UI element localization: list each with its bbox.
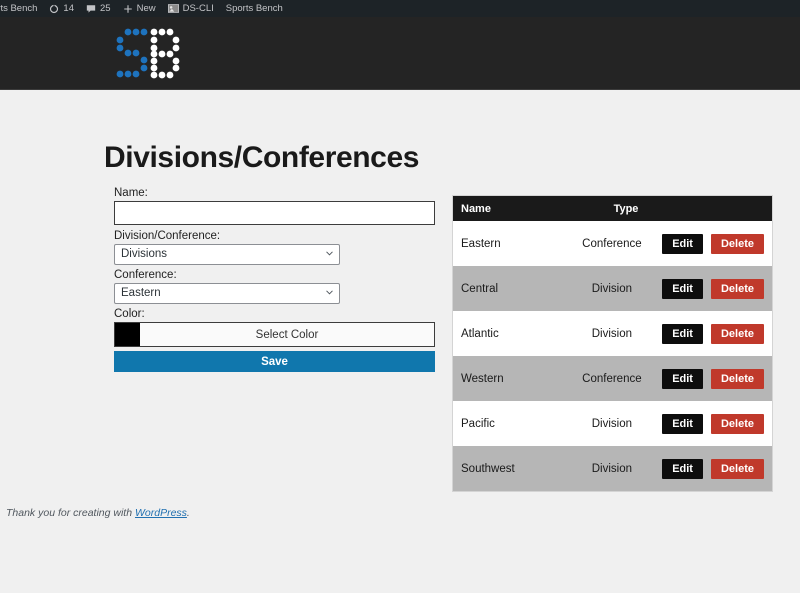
adminbar-new-label: New xyxy=(136,3,156,14)
color-label: Color: xyxy=(114,308,145,320)
table-row: Pacific Division Edit Delete xyxy=(453,401,772,446)
table-header-row: Name Type xyxy=(453,196,772,221)
dscli-icon xyxy=(167,4,179,13)
name-input[interactable] xyxy=(114,201,435,225)
table-row: Atlantic Division Edit Delete xyxy=(453,311,772,356)
delete-button[interactable]: Delete xyxy=(710,323,764,344)
division-conference-label: Division/Conference: xyxy=(114,230,221,242)
comments-count: 25 xyxy=(100,3,111,14)
table-body: Eastern Conference Edit Delete Central Divisi… xyxy=(453,221,772,491)
color-picker-row: Select Color xyxy=(114,322,435,347)
cell-type: Division xyxy=(591,327,633,340)
adminbar-dscli-label: DS-CLI xyxy=(182,3,214,14)
column-header-type: Type xyxy=(613,202,639,215)
division-conference-form: Name: Division/Conference: Divisions Conf… xyxy=(114,187,435,372)
edit-button[interactable]: Edit xyxy=(662,368,703,389)
delete-button[interactable]: Delete xyxy=(710,413,764,434)
cell-type: Conference xyxy=(582,372,642,385)
table-row: Eastern Conference Edit Delete xyxy=(453,221,772,266)
adminbar-new-content[interactable]: New xyxy=(117,0,162,17)
main-content: Divisions/Conferences Name: Division/Con… xyxy=(0,91,800,593)
conference-label: Conference: xyxy=(114,269,177,281)
cell-actions: Edit Delete xyxy=(662,323,772,344)
cell-name: Western xyxy=(461,372,504,385)
comment-bubble-icon xyxy=(86,4,96,14)
plus-icon xyxy=(123,4,133,14)
conference-select[interactable]: EasternWestern xyxy=(114,283,340,304)
edit-button[interactable]: Edit xyxy=(662,413,703,434)
sports-bench-logo[interactable] xyxy=(108,23,184,83)
cell-actions: Edit Delete xyxy=(662,278,772,299)
cell-name: Atlantic xyxy=(461,327,499,340)
table-row: Central Division Edit Delete xyxy=(453,266,772,311)
adminbar-updates[interactable]: 14 xyxy=(43,0,80,17)
cell-name: Southwest xyxy=(461,462,515,475)
cell-actions: Edit Delete xyxy=(662,413,772,434)
table-row: Southwest Division Edit Delete xyxy=(453,446,772,491)
select-color-button[interactable]: Select Color xyxy=(140,323,434,346)
wordpress-link[interactable]: WordPress xyxy=(135,507,187,519)
cell-actions: Edit Delete xyxy=(662,368,772,389)
adminbar-dscli[interactable]: DS-CLI xyxy=(162,0,220,17)
adminbar-comments[interactable]: 25 xyxy=(80,0,117,17)
footer-text-before: Thank you for creating with xyxy=(6,507,135,519)
cell-actions: Edit Delete xyxy=(662,233,772,254)
adminbar-sports-bench[interactable]: Sports Bench xyxy=(220,0,289,17)
name-label: Name: xyxy=(114,187,148,199)
division-conference-select-wrap: DivisionsConferences xyxy=(114,244,340,265)
edit-button[interactable]: Edit xyxy=(662,233,703,254)
save-button[interactable]: Save xyxy=(114,351,435,372)
delete-button[interactable]: Delete xyxy=(710,233,764,254)
delete-button[interactable]: Delete xyxy=(710,368,764,389)
delete-button[interactable]: Delete xyxy=(710,458,764,479)
wp-admin-bar: orts Bench 14 25 New xyxy=(0,0,800,17)
edit-button[interactable]: Edit xyxy=(662,323,703,344)
adminbar-site-name-label: orts Bench xyxy=(0,3,38,14)
updates-count: 14 xyxy=(63,3,74,14)
adminbar-site-name[interactable]: orts Bench xyxy=(0,0,43,17)
conference-select-wrap: EasternWestern xyxy=(114,283,340,304)
division-conference-select[interactable]: DivisionsConferences xyxy=(114,244,340,265)
cell-type: Division xyxy=(591,462,633,475)
column-header-name: Name xyxy=(461,202,491,215)
site-header xyxy=(0,17,800,90)
delete-button[interactable]: Delete xyxy=(710,278,764,299)
update-icon xyxy=(49,4,59,14)
admin-footer: Thank you for creating with WordPress. xyxy=(6,507,190,519)
color-swatch[interactable] xyxy=(115,323,140,346)
cell-name: Eastern xyxy=(461,237,501,250)
cell-name: Central xyxy=(461,282,499,295)
cell-name: Pacific xyxy=(461,417,495,430)
cell-type: Division xyxy=(591,282,633,295)
adminbar-plugin-label: Sports Bench xyxy=(225,3,283,14)
edit-button[interactable]: Edit xyxy=(662,458,703,479)
divisions-table: Name Type Eastern Conference Edit Delete Cen… xyxy=(452,195,773,492)
cell-type: Conference xyxy=(582,237,642,250)
table-row: Western Conference Edit Delete xyxy=(453,356,772,401)
cell-type: Division xyxy=(591,417,633,430)
footer-text-after: . xyxy=(186,507,190,519)
page-title: Divisions/Conferences xyxy=(104,141,420,175)
cell-actions: Edit Delete xyxy=(662,458,772,479)
edit-button[interactable]: Edit xyxy=(662,278,703,299)
